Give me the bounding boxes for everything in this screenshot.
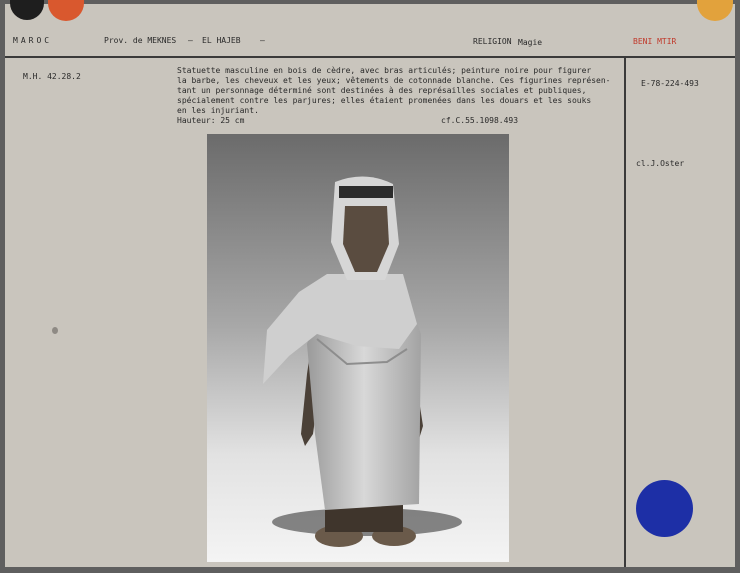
statuette-photo xyxy=(207,134,509,562)
description-line: la barbe, les cheveux et les yeux; vêtem… xyxy=(177,76,611,85)
description-line: spécialement contre les parjures; elles … xyxy=(177,96,592,105)
religion-value: Magie xyxy=(518,38,543,47)
cross-reference: cf.C.55.1098.493 xyxy=(441,116,519,125)
description-line: Statuette masculine en bois de cèdre, av… xyxy=(177,66,592,75)
orange-dot xyxy=(697,0,733,21)
catalog-card: MAROC Prov. de MEKNES – EL HAJEB – RELIG… xyxy=(5,0,735,567)
description-line: en les injuriant. xyxy=(177,106,259,115)
separator: – xyxy=(188,36,193,45)
red-dot xyxy=(48,0,84,21)
separator: – xyxy=(260,36,265,45)
inventory-number: M.H. 42.28.2 xyxy=(23,72,81,81)
black-dot xyxy=(10,0,44,20)
negative-number: E-78-224-493 xyxy=(641,79,699,88)
tribe-name: BENI MTIR xyxy=(633,37,677,46)
region: EL HAJEB xyxy=(202,36,241,45)
photographer-credit: cl.J.Oster xyxy=(636,159,685,168)
blue-dot xyxy=(636,480,693,537)
description-line: tant un personnage déterminé sont destin… xyxy=(177,86,587,95)
religion-label: RELIGION xyxy=(473,37,512,46)
province: Prov. de MEKNES xyxy=(104,36,177,45)
headband xyxy=(339,186,393,198)
country: MAROC xyxy=(13,36,53,45)
punch-hole xyxy=(52,327,58,334)
object-height: Hauteur: 25 cm xyxy=(177,116,245,125)
column-rule-right xyxy=(624,58,626,567)
object-description: Statuette masculine en bois de cèdre, av… xyxy=(177,66,629,116)
